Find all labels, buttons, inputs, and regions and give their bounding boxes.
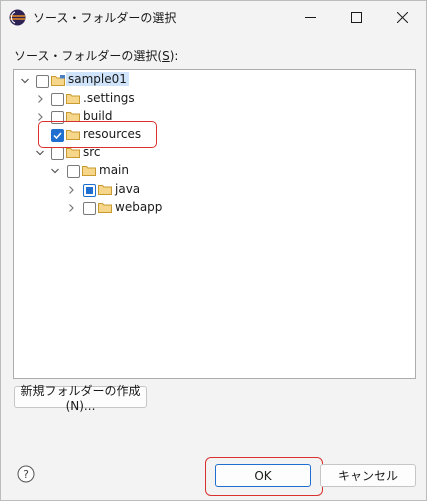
tree-checkbox-src[interactable] [51, 147, 64, 160]
minimize-icon [304, 17, 316, 18]
ok-button[interactable]: OK [215, 464, 311, 487]
tree-checkbox-sample01[interactable] [36, 75, 49, 88]
highlight-outline-resources [38, 121, 157, 148]
tree-checkbox-java[interactable] [83, 184, 96, 197]
tree-checkbox-main[interactable] [67, 165, 80, 178]
maximize-icon [350, 12, 362, 23]
folder-icon [98, 185, 112, 195]
cancel-button[interactable]: キャンセル [320, 464, 416, 487]
minimize-button[interactable] [288, 1, 332, 34]
tree-label-webapp[interactable]: webapp [115, 200, 162, 214]
close-button[interactable] [380, 1, 424, 34]
tree-checkbox-settings[interactable] [51, 93, 64, 106]
eclipse-icon [9, 9, 26, 26]
tree-label-main[interactable]: main [99, 163, 129, 177]
folder-icon [66, 94, 80, 104]
new-folder-button[interactable]: 新規フォルダーの作成(N)... [14, 384, 147, 413]
tree-label-sample01[interactable]: sample01 [66, 72, 129, 86]
folder-select-label: ソース・フォルダーの選択(S): [14, 47, 178, 64]
tree-label-settings[interactable]: .settings [83, 91, 135, 105]
prompt-text-before: ソース・フォルダーの選択( [14, 49, 163, 63]
chevron-down-icon[interactable] [35, 148, 45, 158]
title-bar: ソース・フォルダーの選択 [1, 1, 426, 34]
prompt-mnemonic: S [162, 49, 170, 63]
close-icon [396, 12, 408, 23]
chevron-right-icon[interactable] [35, 94, 45, 104]
folder-tree[interactable]: sample01 .settings build resources src m… [13, 69, 416, 379]
project-folder-icon [51, 75, 65, 86]
svg-text:?: ? [23, 468, 29, 481]
chevron-right-icon[interactable] [66, 185, 76, 195]
tree-label-java[interactable]: java [115, 182, 140, 196]
folder-icon [98, 203, 112, 213]
tree-checkbox-webapp[interactable] [83, 202, 96, 215]
chevron-right-icon[interactable] [66, 203, 76, 213]
chevron-down-icon[interactable] [50, 166, 60, 176]
folder-icon [66, 148, 80, 158]
maximize-button[interactable] [334, 1, 378, 34]
chevron-down-icon[interactable] [20, 76, 30, 86]
window-title: ソース・フォルダーの選択 [33, 11, 177, 25]
help-icon[interactable]: ? [17, 465, 35, 483]
prompt-text-after: ): [169, 49, 179, 63]
dialog-window: ソース・フォルダーの選択 ソース・フォルダーの選択(S): sample01 .… [0, 0, 427, 501]
folder-icon [82, 166, 96, 176]
